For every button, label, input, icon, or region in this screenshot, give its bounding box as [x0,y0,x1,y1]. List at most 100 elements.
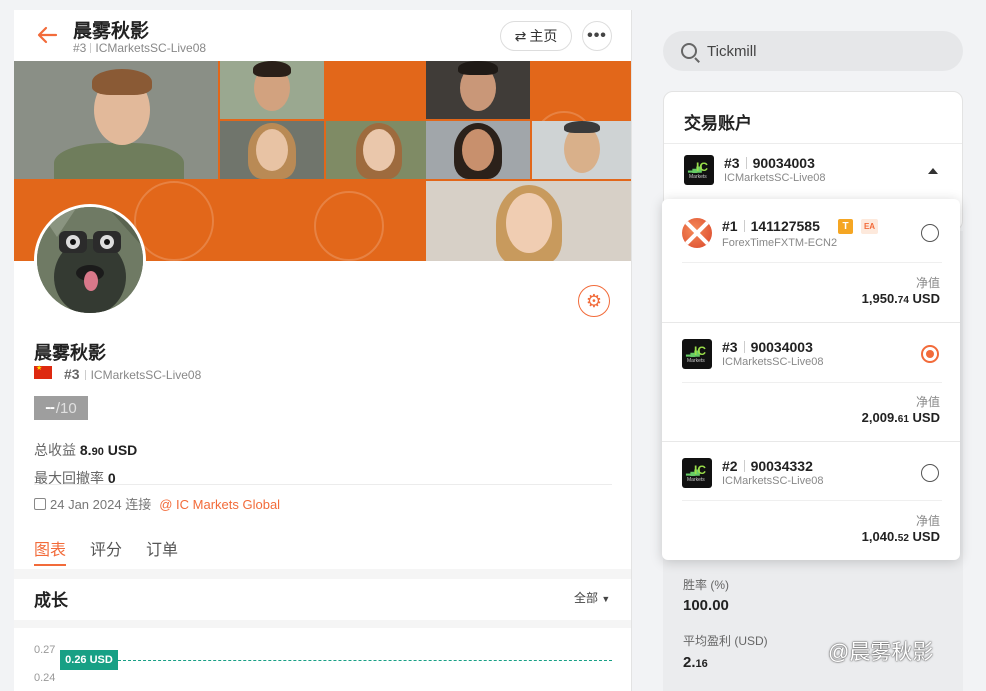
banner-photo [532,121,631,179]
trading-accounts-title: 交易账户 [684,114,752,133]
account-option-server: ICMarketsSC-Live08 [722,475,824,487]
equity-label: 净值 [915,514,940,528]
joined-line: 24 Jan 2024 连接 @ IC Markets Global [34,494,280,513]
equity-label: 净值 [915,276,940,290]
win-rate-label: 胜率 (%) [683,578,729,592]
banner-photo [326,121,430,179]
page-root: 晨雾秋影 #3 ICMarketsSC-Live08 ⇄ 主页 ••• ⚙ 晨雾… [0,0,986,691]
account-option[interactable]: #1 141127585 T EA ForexTimeFXTM-ECN2 净值 1… [662,199,960,319]
divider [682,262,942,263]
account-option[interactable]: ▂▄▆ IC Markets #3 90034003 ICMarketsSC-Live… [662,322,960,442]
header-server: ICMarketsSC-Live08 [95,41,207,55]
banner-photo [426,121,530,179]
range-filter-label: 全部 [574,591,599,605]
profile-rank: #3 [64,366,80,382]
back-arrow-icon[interactable] [36,24,58,46]
joined-date: 24 Jan 2024 [50,497,122,512]
caret-down-icon: ▼ [601,594,611,604]
header-account-line: #3 ICMarketsSC-Live08 [73,41,206,55]
ic-markets-logo-icon: ▂▄▆ IC Markets [684,155,714,185]
section-gap [14,620,631,628]
selected-account-number[interactable]: #3 90034003 [724,155,815,171]
account-radio[interactable] [921,464,939,482]
avg-profit-label: 平均盈利 (USD) [683,634,768,648]
banner-photo [220,121,324,179]
range-filter-dropdown[interactable]: 全部 ▼ [574,589,610,606]
more-options-button[interactable]: ••• [582,21,612,51]
current-value-line [118,660,612,661]
equity-value: 1,950.74 USD [861,291,940,306]
swap-icon: ⇄ [514,27,527,44]
avg-profit-value: 2.16 [683,654,708,671]
home-button-label: 主页 [529,28,558,44]
divider [34,484,612,485]
badge-t: T [838,219,853,234]
tab-rating[interactable]: 评分 [90,536,122,560]
banner-photo [14,61,218,179]
current-value-tag: 0.26 USD [60,650,118,670]
watermark-text: @晨雾秋影 [828,641,934,664]
badge-ea: EA [861,219,878,234]
divider [682,500,942,501]
divider [664,143,962,144]
banner-photo [220,61,324,119]
equity-value: 1,040.52 USD [861,529,940,544]
total-profit-unit: USD [107,442,138,458]
caret-up-icon[interactable] [928,168,938,174]
total-profit: 总收益 8.90 USD [34,440,137,460]
account-option-number: #1 141127585 [722,218,820,234]
equity-label: 净值 [915,395,940,409]
account-option-server: ForexTimeFXTM-ECN2 [722,237,838,249]
banner-ring [314,191,384,261]
account-option[interactable]: ▂▄▆ IC Markets #2 90034332 ICMarketsSC-Live… [662,441,960,561]
profile-avatar[interactable] [34,204,146,316]
search-icon [681,43,697,59]
profile-name: 晨雾秋影 [34,343,106,363]
total-profit-int: 8. [79,442,92,458]
tab-chart[interactable]: 图表 [34,536,66,560]
max-drawdown: 最大回撤率 0 [34,468,116,488]
score-badge: --/10 [34,396,88,420]
active-tab-underline [34,564,66,566]
header-rank: #3 [73,41,87,55]
profile-account-line: #3 ICMarketsSC-Live08 [64,366,201,382]
more-dots-icon: ••• [587,27,607,44]
search-input[interactable] [707,42,907,60]
score-max: /10 [55,399,77,417]
selected-account-server: ICMarketsSC-Live08 [724,172,826,184]
banner-ring [134,181,214,261]
search-bar[interactable] [663,31,963,71]
divider [682,382,942,383]
account-radio[interactable] [921,224,939,242]
settings-gear-icon[interactable]: ⚙ [578,285,610,317]
y-tick-label: 0.24 [34,672,56,684]
banner-photo [426,61,530,119]
equity-value: 2,009.61 USD [861,410,940,425]
china-flag-icon [34,364,52,379]
joined-suffix: 连接 [125,497,152,512]
account-option-number: #2 90034332 [722,458,813,474]
profile-panel: 晨雾秋影 #3 ICMarketsSC-Live08 ⇄ 主页 ••• ⚙ 晨雾… [14,10,632,691]
tab-orders[interactable]: 订单 [146,536,178,560]
growth-title: 成长 [34,591,68,610]
account-option-number: #3 90034003 [722,339,813,355]
win-rate-value: 100.00 [683,597,729,614]
selected-account-id: 90034003 [752,155,815,171]
page-title: 晨雾秋影 [73,21,150,42]
tab-bar: 图表 评分 订单 [34,536,178,560]
total-profit-label: 总收益 [34,442,76,458]
y-tick-label: 0.27 [34,644,56,656]
banner-photo [426,181,631,261]
score-value: -- [45,399,55,416]
selected-account-rank: #3 [724,155,740,171]
section-gap [14,569,631,579]
forextime-logo-icon [682,218,712,248]
total-profit-dec: 90 [91,446,104,458]
broker-link[interactable]: @ IC Markets Global [159,497,280,512]
home-button[interactable]: ⇄ 主页 [500,21,572,51]
account-radio-selected[interactable] [921,345,939,363]
account-option-server: ICMarketsSC-Live08 [722,356,824,368]
profile-server: ICMarketsSC-Live08 [90,368,202,382]
account-dropdown-menu: #1 141127585 T EA ForexTimeFXTM-ECN2 净值 1… [662,199,960,560]
ic-markets-logo-icon: ▂▄▆ IC Markets [682,339,712,369]
